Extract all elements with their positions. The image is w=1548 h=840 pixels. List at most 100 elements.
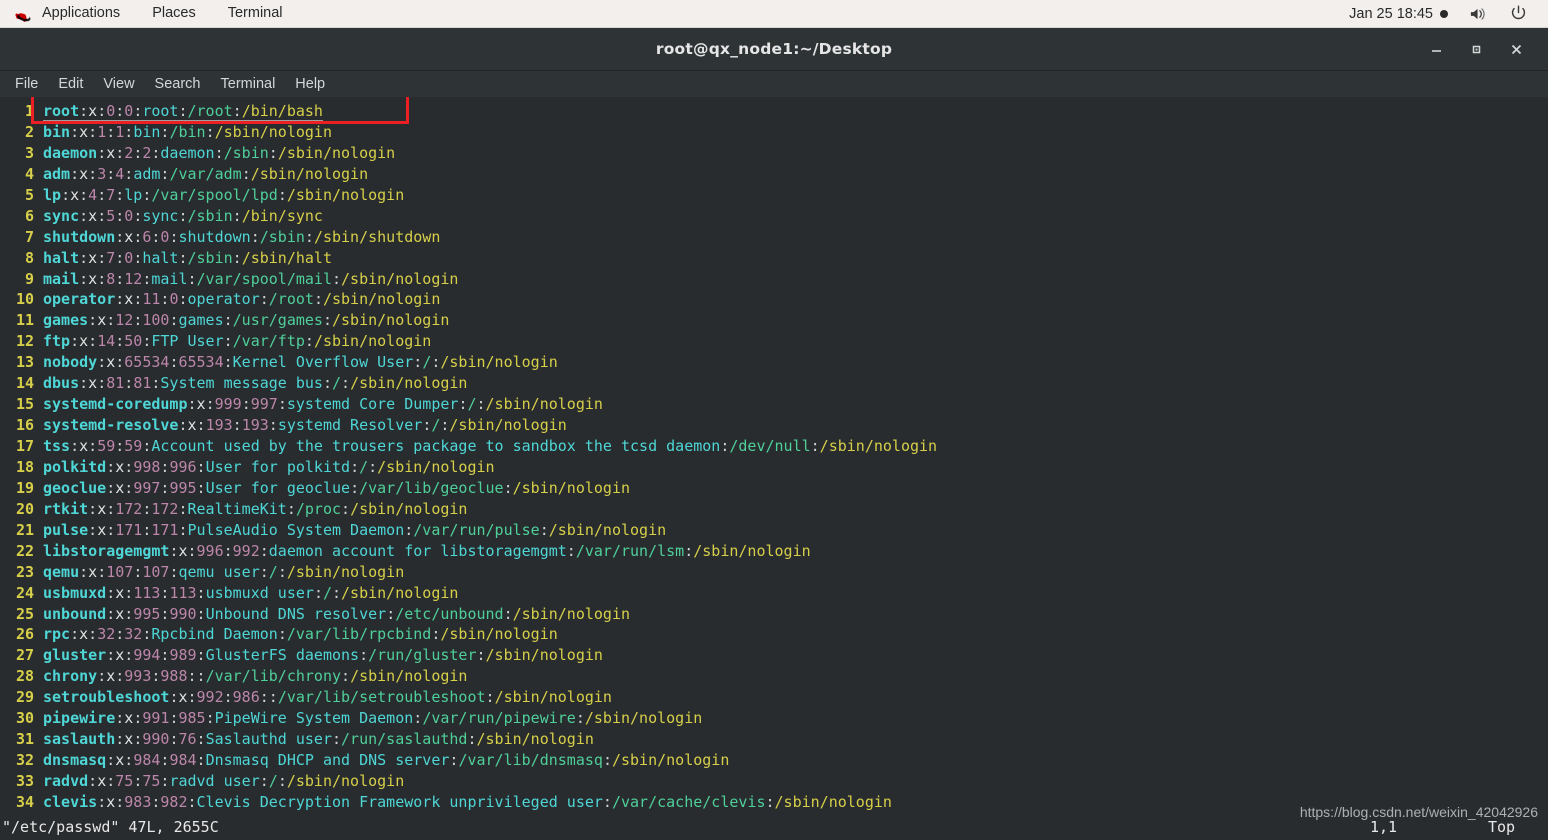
passwd-home-directory: /run/gluster xyxy=(368,646,477,665)
field-separator: : xyxy=(106,122,116,141)
volume-icon[interactable] xyxy=(1458,6,1499,22)
field-separator: : xyxy=(88,772,98,790)
field-separator: : xyxy=(106,604,116,623)
field-separator: : xyxy=(115,332,125,351)
power-icon[interactable] xyxy=(1499,5,1538,22)
passwd-uid: 995 xyxy=(133,604,161,623)
passwd-entry: systemd-resolve:x:193:193:systemd Resolv… xyxy=(43,416,567,434)
passwd-login-shell: /sbin/nologin xyxy=(341,583,459,602)
maximize-button[interactable] xyxy=(1456,29,1496,69)
field-separator: : xyxy=(232,416,242,435)
passwd-login-shell: /sbin/halt xyxy=(241,248,332,267)
passwd-home-directory: / xyxy=(422,353,432,372)
field-separator: : xyxy=(124,646,134,665)
passwd-entry: setroubleshoot:x:992:986::/var/lib/setro… xyxy=(43,688,612,706)
passwd-home-directory: /bin xyxy=(169,122,206,141)
passwd-password-placeholder: x xyxy=(97,311,107,330)
panel-item-applications[interactable]: Applications xyxy=(9,0,136,27)
passwd-uid: 994 xyxy=(133,646,161,665)
passwd-home-directory: /var/lib/dnsmasq xyxy=(458,751,603,770)
passwd-uid: 65534 xyxy=(124,353,170,372)
passwd-uid: 172 xyxy=(115,499,143,518)
passwd-home-directory: / xyxy=(322,583,332,602)
field-separator: : xyxy=(422,416,432,435)
passwd-password-placeholder: x xyxy=(106,353,116,372)
field-separator: : xyxy=(196,604,206,623)
passwd-password-placeholder: x xyxy=(115,751,125,770)
passwd-login-shell: /sbin/nologin xyxy=(512,604,631,623)
passwd-password-placeholder: x xyxy=(88,248,98,267)
line-number: 8 xyxy=(24,248,34,267)
passwd-login-shell: /sbin/nologin xyxy=(440,353,558,372)
minimize-button[interactable] xyxy=(1416,29,1456,69)
passwd-login-shell: /sbin/nologin xyxy=(440,625,558,644)
menu-item-edit[interactable]: Edit xyxy=(48,71,93,97)
field-separator: : xyxy=(286,499,296,518)
line-number: 21 xyxy=(15,520,34,539)
passwd-gecos: operator xyxy=(187,290,260,309)
field-separator: : xyxy=(259,562,269,581)
passwd-login-shell: /sbin/shutdown xyxy=(313,227,441,246)
field-separator: : xyxy=(97,143,107,162)
field-separator: : xyxy=(115,206,125,225)
field-separator: : xyxy=(178,520,188,539)
passwd-gid: 171 xyxy=(151,520,179,539)
panel-clock[interactable]: Jan 25 18:45 xyxy=(1339,6,1458,22)
menu-item-help[interactable]: Help xyxy=(285,71,335,97)
passwd-gid: 990 xyxy=(169,604,197,623)
passwd-gecos: daemon account for libstoragemgmt xyxy=(268,541,567,560)
passwd-gecos: Dnsmasq DHCP and DNS server xyxy=(205,751,450,770)
close-button[interactable] xyxy=(1496,29,1536,69)
panel-item-places[interactable]: Places xyxy=(136,0,212,27)
menu-item-search[interactable]: Search xyxy=(145,71,211,97)
passwd-gecos: games xyxy=(178,311,224,330)
line-number: 2 xyxy=(24,122,34,141)
window-titlebar[interactable]: root@qx_node1:~/Desktop xyxy=(0,28,1548,71)
passwd-gid: 0 xyxy=(124,102,134,120)
passwd-gid: 193 xyxy=(241,416,269,435)
passwd-password-placeholder: x xyxy=(178,541,188,560)
line-number: 24 xyxy=(15,583,34,602)
passwd-login-shell: /sbin/nologin xyxy=(341,269,459,288)
field-separator: : xyxy=(196,730,206,749)
passwd-gecos: Unbound DNS resolver xyxy=(205,604,387,623)
statusline-cursor-position: 1,1 xyxy=(1370,818,1398,836)
field-separator: : xyxy=(106,772,116,790)
passwd-home-directory: /root xyxy=(268,290,314,309)
field-separator: : xyxy=(115,290,125,309)
field-separator: : xyxy=(106,478,116,497)
passwd-login-shell: /sbin/nologin xyxy=(214,122,332,141)
passwd-entry: pulse:x:171:171:PulseAudio System Daemon… xyxy=(43,521,666,539)
passwd-username: operator xyxy=(43,290,116,309)
passwd-login-shell: /sbin/nologin xyxy=(277,143,396,162)
field-separator: : xyxy=(115,792,125,811)
field-separator: : xyxy=(133,562,143,581)
field-separator: : xyxy=(106,457,116,476)
passwd-login-shell: /sbin/nologin xyxy=(322,290,441,309)
field-separator: : xyxy=(79,206,89,225)
field-separator: : xyxy=(259,688,269,707)
passwd-line: 20 rtkit:x:172:172:RealtimeKit:/proc:/sbi… xyxy=(0,499,1548,520)
statusline-scroll-percent: Top xyxy=(1488,818,1516,836)
field-separator: : xyxy=(467,730,477,749)
passwd-uid: 107 xyxy=(106,562,134,581)
field-separator: : xyxy=(322,374,332,393)
passwd-line: 24 usbmuxd:x:113:113:usbmuxd user:/:/sbin… xyxy=(0,583,1548,604)
passwd-gecos: systemd Resolver xyxy=(277,416,423,435)
passwd-login-shell: /sbin/nologin xyxy=(584,709,703,728)
passwd-username: games xyxy=(43,311,89,330)
field-separator: : xyxy=(196,478,206,497)
passwd-home-directory: /var/run/pipewire xyxy=(422,709,576,728)
passwd-home-directory: / xyxy=(268,772,278,790)
panel-item-terminal[interactable]: Terminal xyxy=(212,0,299,27)
line-number: 25 xyxy=(15,604,34,623)
menu-item-file[interactable]: File xyxy=(5,71,48,97)
passwd-gid: 982 xyxy=(160,792,188,811)
menu-item-view[interactable]: View xyxy=(93,71,144,97)
passwd-username: pulse xyxy=(43,520,89,539)
passwd-gecos: adm xyxy=(133,164,161,183)
terminal-screen[interactable]: 1 root:x:0:0:root:/root:/bin/bash 2 bin:x:1… xyxy=(0,97,1548,840)
vim-buffer[interactable]: 1 root:x:0:0:root:/root:/bin/bash 2 bin:x:1… xyxy=(0,97,1548,813)
menu-item-terminal[interactable]: Terminal xyxy=(211,71,286,97)
passwd-username: lp xyxy=(43,185,62,204)
